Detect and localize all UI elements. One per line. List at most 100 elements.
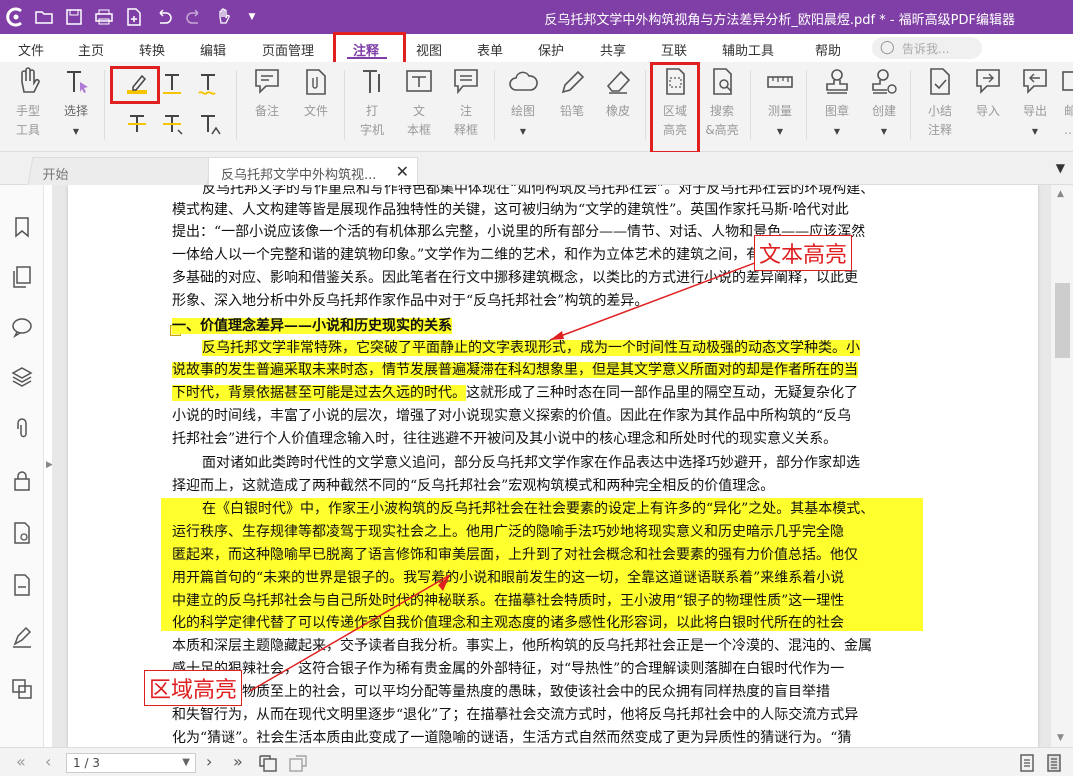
view-previous-icon[interactable]	[258, 754, 278, 772]
dropdown-icon: ▼	[880, 127, 888, 136]
ribbon-divider	[750, 70, 751, 140]
typewriter-button[interactable]: 打 字机	[352, 66, 392, 140]
stamp-icon	[826, 69, 848, 94]
menu-view[interactable]: 视图	[416, 40, 442, 59]
eraser-button[interactable]: 橡皮	[598, 66, 638, 121]
comments-icon[interactable]	[10, 315, 34, 339]
first-page-icon[interactable]: «	[16, 752, 26, 771]
export-label: 导出	[1022, 104, 1047, 118]
drawing-button[interactable]: 绘图 ▼	[503, 66, 543, 141]
continuous-view-icon[interactable]	[1045, 754, 1063, 772]
measure-button[interactable]: 测量 ▼	[760, 66, 800, 141]
print-icon[interactable]	[92, 5, 116, 29]
save-icon[interactable]	[62, 5, 86, 29]
view-next-icon[interactable]	[288, 754, 308, 772]
document-info-icon[interactable]	[10, 573, 34, 597]
hand-tool-button[interactable]: 手型 工具	[8, 66, 48, 140]
undo-icon[interactable]	[152, 5, 176, 29]
squiggly-icon[interactable]	[194, 70, 222, 98]
cloud-shape-icon	[509, 71, 538, 91]
vertical-scrollbar[interactable]: ▲ ▼	[1050, 185, 1073, 747]
bookmark-icon[interactable]	[10, 215, 34, 239]
typewriter-icon	[363, 70, 380, 93]
menu-home[interactable]: 主页	[78, 40, 104, 59]
open-folder-icon[interactable]	[32, 5, 56, 29]
close-icon[interactable]: ✕	[396, 162, 409, 181]
tab-start[interactable]: 开始	[27, 157, 213, 185]
import-button[interactable]: 导入	[968, 66, 1008, 121]
replace-text-icon[interactable]	[158, 110, 186, 138]
last-page-icon[interactable]: »	[233, 752, 243, 771]
summary-label: 小结 注释	[927, 104, 952, 137]
next-page-icon[interactable]: ›	[206, 752, 212, 771]
signature-doc-icon[interactable]	[10, 521, 34, 545]
file-attach-button[interactable]: 文件	[296, 66, 336, 121]
tab-start-label: 开始	[42, 168, 69, 183]
new-doc-icon[interactable]	[122, 5, 146, 29]
page-number-field[interactable]: 1 / 3 ▼	[66, 753, 196, 773]
underline-icon[interactable]	[158, 70, 186, 98]
dropdown-icon: ▼	[776, 127, 784, 136]
pencil-label: 铅笔	[559, 104, 584, 118]
note-icon	[255, 69, 279, 94]
tab-document[interactable]: 反乌托邦文学中外构筑视... ✕	[208, 157, 418, 185]
security-lock-icon[interactable]	[10, 469, 34, 493]
eraser-label: 橡皮	[605, 104, 630, 118]
dropdown-icon[interactable]: ▼	[240, 5, 264, 29]
menu-edit[interactable]: 编辑	[200, 40, 226, 59]
compare-pages-icon[interactable]	[10, 677, 34, 701]
note-button[interactable]: 备注	[247, 66, 287, 121]
menu-connect[interactable]: 互联	[661, 40, 687, 59]
insert-text-icon[interactable]	[194, 110, 222, 138]
arrow-area-highlight	[249, 574, 451, 692]
strikeout-icon[interactable]	[123, 110, 151, 138]
export-button[interactable]: 导出 ▼	[1015, 66, 1055, 141]
ribbon-divider	[494, 70, 495, 140]
attachment-icon[interactable]	[10, 417, 34, 441]
export-icon	[1023, 69, 1047, 94]
summarize-comments-button[interactable]: 小结 注释	[920, 66, 960, 140]
arrow-text-highlight	[549, 257, 769, 341]
hand-tool-icon[interactable]	[212, 5, 236, 29]
typewriter-label: 打 字机	[359, 104, 384, 137]
single-page-view-icon[interactable]	[1018, 754, 1036, 772]
menu-page-manage[interactable]: 页面管理	[262, 40, 314, 59]
area-highlight-red-box	[650, 62, 700, 154]
document-viewer[interactable]: 反乌托邦文学的写作重点和写作特色都集中体现在“如何构筑反乌托邦社会”。对于反乌托…	[52, 185, 1050, 747]
create-stamp-icon	[872, 69, 897, 94]
search-highlight-button[interactable]: 搜索 &高亮	[700, 66, 744, 140]
tell-me-search[interactable]: ◯ 告诉我...	[872, 37, 982, 59]
menu-file[interactable]: 文件	[18, 40, 44, 59]
stamp-button[interactable]: 图章 ▼	[817, 66, 857, 141]
create-stamp-button[interactable]: 创建 ▼	[864, 66, 904, 141]
redo-icon[interactable]	[182, 5, 206, 29]
title-bar: ▼ 反乌托邦文学中外构筑视角与方法差异分析_欧阳晨煜.pdf * - 福昕高级P…	[0, 0, 1073, 34]
scroll-thumb[interactable]	[1055, 283, 1070, 358]
menu-protect[interactable]: 保护	[538, 40, 564, 59]
search-placeholder: 告诉我...	[902, 42, 950, 56]
pencil-button[interactable]: 铅笔	[552, 66, 592, 121]
scroll-down-icon[interactable]: ▼	[1057, 733, 1064, 743]
prev-page-icon[interactable]: ‹	[45, 752, 51, 771]
menu-share[interactable]: 共享	[600, 40, 626, 59]
search-highlight-icon	[713, 68, 732, 95]
layers-icon[interactable]	[10, 365, 34, 389]
window-title: 反乌托邦文学中外构筑视角与方法差异分析_欧阳晨煜.pdf * - 福昕高级PDF…	[544, 13, 1015, 28]
menu-form[interactable]: 表单	[477, 40, 503, 59]
foxit-logo-icon[interactable]	[4, 5, 28, 29]
callout-button[interactable]: 注 释框	[446, 66, 486, 140]
area-highlight-callout: 区域高亮	[144, 670, 243, 706]
scroll-up-icon[interactable]: ▲	[1057, 189, 1064, 199]
textbox-button[interactable]: 文 本框	[399, 66, 439, 140]
menu-bar: 文件 主页 转换 编辑 页面管理 注释 视图 表单 保护 共享 互联 辅助工具 …	[0, 34, 1073, 62]
select-tool-button[interactable]: 选择 ▼	[56, 66, 96, 141]
hand-icon	[21, 67, 40, 93]
pages-icon[interactable]	[10, 265, 34, 289]
overflow-button[interactable]: 邮 …	[1060, 66, 1073, 140]
callout-label: 注 释框	[453, 104, 478, 137]
tab-list-dropdown-icon[interactable]: ▼	[1056, 161, 1065, 175]
fill-sign-pen-icon[interactable]	[10, 625, 34, 649]
menu-accessibility[interactable]: 辅助工具	[722, 40, 774, 59]
menu-help[interactable]: 帮助	[815, 40, 841, 59]
menu-convert[interactable]: 转换	[139, 40, 165, 59]
